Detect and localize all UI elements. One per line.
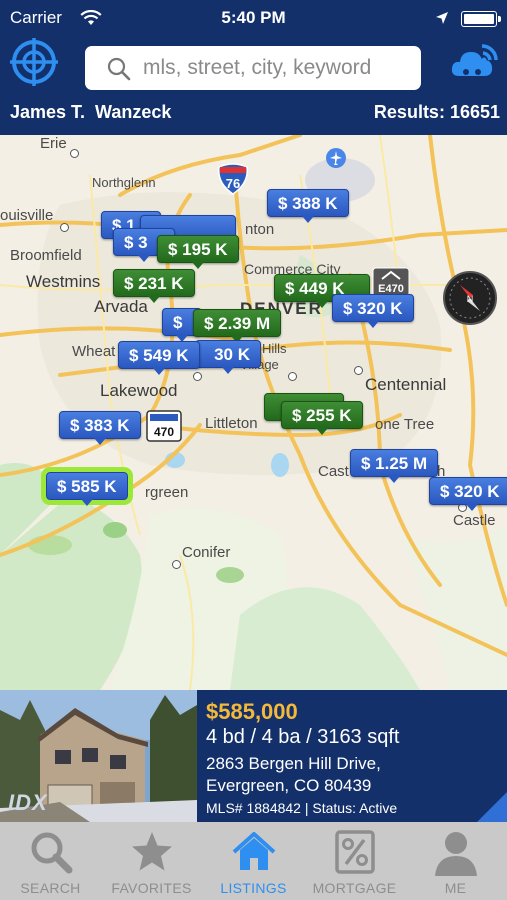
price-pin-selected[interactable]: $ 585 K xyxy=(41,467,133,506)
price-pin[interactable]: $ 255 K xyxy=(281,401,363,435)
price-pin[interactable]: $ 320 K xyxy=(429,477,507,511)
search-input[interactable] xyxy=(143,46,413,90)
battery-icon xyxy=(461,11,501,27)
tab-label: LISTINGS xyxy=(220,880,287,896)
shield-label: 76 xyxy=(226,176,240,191)
price-pin[interactable]: $ 549 K xyxy=(118,341,200,375)
user-name: James T. Wanzeck xyxy=(10,102,172,122)
listing-photo: IDX xyxy=(0,690,197,822)
svg-text:N: N xyxy=(467,294,474,304)
city-label: Westmins xyxy=(26,272,101,291)
tab-bar: SEARCH FAVORITES LISTINGS MORTGAGE ME xyxy=(0,822,507,900)
city-dot xyxy=(193,372,202,381)
idx-watermark: IDX xyxy=(8,790,48,815)
city-dot xyxy=(70,149,79,158)
current-location-button[interactable] xyxy=(10,38,58,86)
cloud-sync-button[interactable] xyxy=(449,38,501,86)
city-label: Cast xyxy=(318,463,349,480)
app-root: Carrier 5:40 PM mls, street, city, keywo… xyxy=(0,0,507,900)
listing-address-line2: Evergreen, CO 80439 xyxy=(206,776,372,795)
clock: 5:40 PM xyxy=(221,8,286,27)
home-icon xyxy=(232,832,275,870)
tab-label: MORTGAGE xyxy=(312,880,397,896)
city-label: Hills xyxy=(262,341,287,356)
star-icon xyxy=(131,832,172,871)
tab-label: SEARCH xyxy=(20,880,81,896)
highway-shield-icon: 470 xyxy=(146,410,182,442)
city-label: Littleton xyxy=(205,415,258,432)
city-dot xyxy=(354,366,363,375)
city-dot xyxy=(60,223,69,232)
price-pin[interactable]: $ 320 K xyxy=(332,294,414,328)
person-icon xyxy=(434,832,477,876)
tab-label: ME xyxy=(444,880,467,896)
listing-card[interactable]: IDX $585,000 4 bd / 4 ba / 3163 sqft 286… xyxy=(0,690,507,822)
tab-search[interactable]: SEARCH xyxy=(0,822,101,900)
tab-me[interactable]: ME xyxy=(405,822,506,900)
percent-icon xyxy=(334,830,375,874)
price-pin[interactable]: $ 1.25 M xyxy=(350,449,439,483)
price-pin[interactable]: 30 K xyxy=(195,340,261,374)
listing-mls-status: MLS# 1884842 | Status: Active xyxy=(206,800,398,816)
tab-favorites[interactable]: FAVORITES xyxy=(101,822,202,900)
city-label: Centennial xyxy=(365,375,447,394)
city-label: nton xyxy=(245,221,275,238)
search-icon xyxy=(107,57,131,81)
city-label: ouisville xyxy=(0,207,54,224)
map-view[interactable]: Erie ouisville Northglenn Broomfield Wes… xyxy=(0,135,507,690)
tab-listings[interactable]: LISTINGS xyxy=(203,822,304,900)
search-bar[interactable] xyxy=(85,46,421,90)
price-pin[interactable]: $ 383 K xyxy=(59,411,141,445)
city-label: Erie xyxy=(40,135,67,152)
city-label: Lakewood xyxy=(100,381,178,400)
card-corner-indicator xyxy=(477,792,507,822)
price-pin[interactable]: $ 231 K xyxy=(113,269,195,303)
airport-icon xyxy=(326,148,346,168)
price-pin[interactable]: $ 388 K xyxy=(267,189,349,223)
results-count: Results: 16651 xyxy=(373,102,500,122)
tab-mortgage[interactable]: MORTGAGE xyxy=(304,822,405,900)
listing-details: 4 bd / 4 ba / 3163 sqft xyxy=(206,726,400,748)
toll-shield-icon: E470 xyxy=(372,267,410,297)
compass-button[interactable]: N xyxy=(443,271,497,325)
listing-address-line1: 2863 Bergen Hill Drive, xyxy=(206,754,381,773)
city-label: Castle xyxy=(453,512,496,529)
tab-label: FAVORITES xyxy=(111,880,192,896)
compass-icon: N xyxy=(449,277,491,319)
city-label: Arvada xyxy=(94,297,148,316)
search-icon xyxy=(31,832,72,874)
city-dot xyxy=(288,372,297,381)
city-label: Conifer xyxy=(182,544,231,561)
header: Carrier 5:40 PM mls, street, city, keywo… xyxy=(0,0,507,135)
price-pin[interactable]: $ 2.39 M xyxy=(193,309,282,343)
interstate-shield-icon: 76 xyxy=(218,163,248,195)
city-label: one Tree xyxy=(375,416,435,433)
listing-price: $585,000 xyxy=(206,699,298,724)
price-pin[interactable]: $ 195 K xyxy=(157,235,239,269)
location-arrow-icon xyxy=(436,12,448,24)
city-label: rgreen xyxy=(145,484,189,501)
city-dot xyxy=(172,560,181,569)
city-label: Northglenn xyxy=(92,175,156,190)
city-label: Broomfield xyxy=(10,247,82,264)
shield-label: 470 xyxy=(154,425,174,439)
city-label: Wheat xyxy=(72,343,116,360)
